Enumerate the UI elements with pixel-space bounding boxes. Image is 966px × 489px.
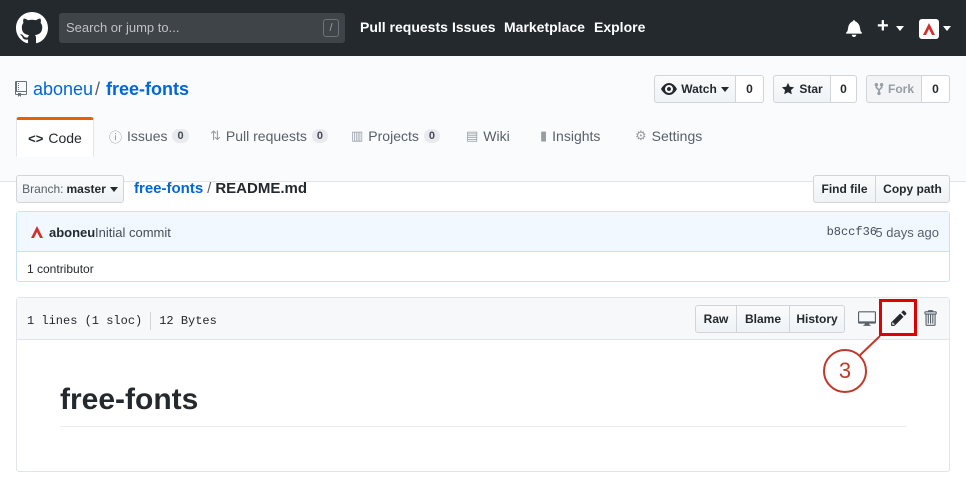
branch-name: master	[66, 182, 106, 196]
nav-explore-link[interactable]: Explore	[594, 19, 645, 35]
file-header: 1 lines (1 sloc) 12 Bytes Raw Blame Histo…	[17, 298, 949, 340]
breadcrumb: free-fonts / README.md	[134, 180, 307, 197]
contributors-link[interactable]: 1 contributor	[27, 262, 94, 276]
tab-wiki[interactable]: ▤ Wiki	[466, 117, 510, 155]
tab-pull-requests-label: Pull requests	[225, 128, 307, 144]
branch-prefix-label: Branch:	[22, 182, 64, 196]
book-icon: ▤	[466, 128, 479, 143]
star-icon	[782, 82, 795, 95]
watch-label: Watch	[681, 82, 717, 96]
tab-wiki-label: Wiki	[483, 128, 510, 144]
tab-code-label: Code	[48, 130, 82, 146]
readme-heading-divider	[60, 426, 906, 427]
fork-icon	[874, 82, 884, 96]
breadcrumb-file-name: README.md	[215, 180, 308, 197]
copy-path-button[interactable]: Copy path	[875, 175, 950, 203]
user-avatar-logo-icon	[923, 23, 935, 35]
file-info-divider	[150, 312, 152, 330]
user-menu-caret-icon[interactable]	[943, 26, 951, 31]
tab-insights[interactable]: ▮ Insights	[540, 117, 600, 155]
find-file-button[interactable]: Find file	[813, 175, 876, 203]
repository-header: aboneu / free-fonts Watch 0 Star 0 Fork …	[0, 56, 966, 182]
fork-button[interactable]: Fork	[866, 75, 922, 103]
pull-request-icon: ⇅	[210, 128, 221, 143]
repo-path-separator: /	[95, 79, 101, 99]
history-button[interactable]: History	[789, 305, 845, 333]
code-icon: <>	[28, 130, 44, 146]
open-in-desktop-icon[interactable]	[858, 309, 876, 327]
blame-button[interactable]: Blame	[736, 305, 790, 333]
branch-select-button[interactable]: Branch: master	[16, 175, 124, 203]
tab-issues-label: Issues	[127, 128, 168, 144]
user-avatar[interactable]	[919, 19, 939, 39]
nav-marketplace-link[interactable]: Marketplace	[504, 19, 585, 35]
commit-summary: aboneu Initial commit b8ccf36 5 days ago	[17, 212, 949, 252]
file-actions-group: Raw Blame History	[695, 305, 845, 333]
watch-button[interactable]: Watch	[654, 75, 736, 103]
star-count[interactable]: 0	[831, 75, 857, 103]
breadcrumb-separator: /	[207, 180, 212, 197]
top-navigation-bar: Search or jump to... / Pull requests Iss…	[0, 0, 966, 56]
watch-count[interactable]: 0	[736, 75, 764, 103]
search-input[interactable]: Search or jump to... /	[59, 13, 345, 43]
file-size: 12 Bytes	[159, 314, 217, 329]
watch-caret-icon	[720, 86, 729, 92]
readme-heading: free-fonts	[60, 383, 199, 416]
tab-issues[interactable]: ⓘ Issues 0	[109, 117, 189, 155]
commit-timestamp: 5 days ago	[875, 225, 939, 240]
eye-icon	[661, 83, 678, 95]
tab-projects-counter: 0	[423, 129, 440, 143]
commit-sha-link[interactable]: b8ccf36	[827, 225, 877, 239]
tab-projects-label: Projects	[368, 128, 419, 144]
fork-label: Fork	[887, 82, 914, 96]
commit-author-avatar-icon[interactable]	[30, 225, 44, 239]
delete-file-trash-icon[interactable]	[921, 309, 939, 327]
tab-issues-counter: 0	[172, 129, 189, 143]
callout-step-number: 3	[823, 349, 867, 393]
repo-owner-link[interactable]: aboneu	[33, 79, 93, 100]
star-label: Star	[799, 82, 823, 96]
create-new-plus-icon[interactable]: +	[877, 15, 889, 37]
tab-pull-requests-counter: 0	[311, 129, 328, 143]
commit-author-link[interactable]: aboneu	[49, 225, 95, 240]
project-icon: ▥	[351, 128, 364, 143]
file-line-count: 1 lines (1 sloc)	[27, 314, 143, 329]
tab-pull-requests[interactable]: ⇅ Pull requests 0	[210, 117, 328, 155]
edit-button-highlight-box	[879, 299, 917, 336]
latest-commit-box: aboneu Initial commit b8ccf36 5 days ago…	[16, 211, 950, 282]
repo-name-link[interactable]: free-fonts	[106, 79, 189, 100]
graph-icon: ▮	[540, 128, 548, 143]
commit-message-link[interactable]: Initial commit	[95, 225, 171, 240]
gear-icon: ⚙	[635, 128, 647, 143]
tab-insights-label: Insights	[552, 128, 601, 144]
nav-pull-requests-link[interactable]: Pull requests	[360, 19, 448, 35]
search-placeholder: Search or jump to...	[66, 20, 180, 35]
github-logo-icon[interactable]	[16, 12, 48, 44]
tab-settings-label: Settings	[651, 128, 703, 144]
fork-count[interactable]: 0	[922, 75, 950, 103]
star-button[interactable]: Star	[773, 75, 831, 103]
create-new-caret-icon[interactable]	[896, 26, 904, 31]
nav-issues-link[interactable]: Issues	[452, 19, 496, 35]
breadcrumb-repo-link[interactable]: free-fonts	[134, 180, 203, 197]
notifications-bell-icon[interactable]	[846, 19, 862, 37]
branch-caret-icon	[109, 186, 118, 192]
tab-projects[interactable]: ▥ Projects 0	[351, 117, 440, 155]
tab-settings[interactable]: ⚙ Settings	[635, 117, 702, 155]
search-shortcut-key: /	[323, 19, 339, 37]
file-info: 1 lines (1 sloc) 12 Bytes	[27, 312, 217, 330]
issue-icon: ⓘ	[109, 129, 123, 145]
raw-button[interactable]: Raw	[695, 305, 737, 333]
tab-code[interactable]: <> Code	[16, 117, 94, 157]
repo-icon	[15, 81, 27, 97]
